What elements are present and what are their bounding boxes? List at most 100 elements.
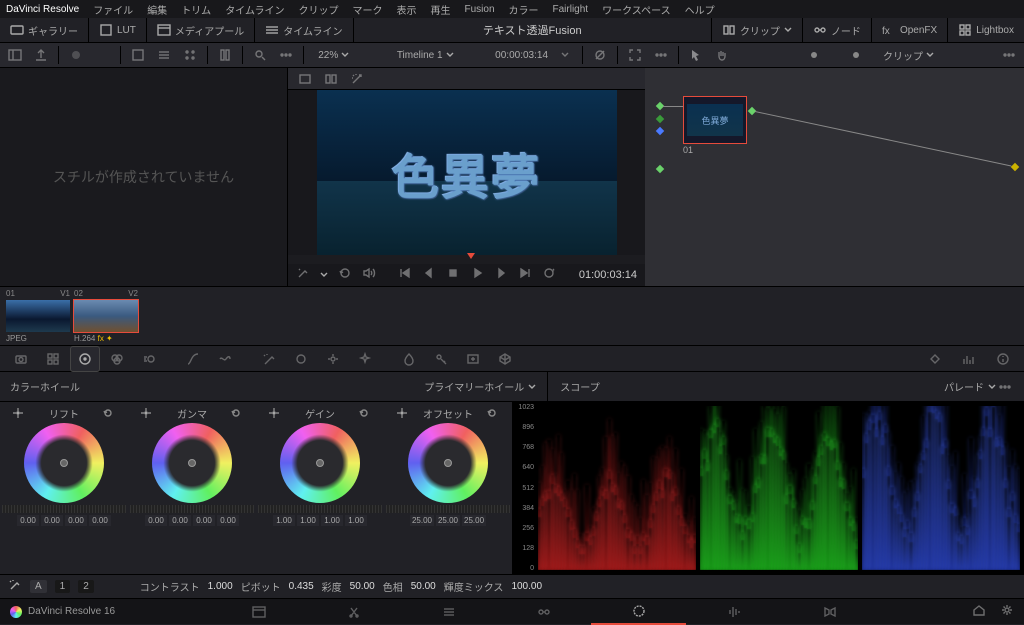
tab-keyframes[interactable] bbox=[920, 346, 950, 372]
color-wheel-3[interactable] bbox=[408, 423, 488, 503]
view-b-icon[interactable] bbox=[322, 70, 340, 88]
menu-workspace[interactable]: ワークスペース bbox=[602, 2, 671, 17]
page-fairlight[interactable] bbox=[686, 599, 781, 625]
wheel-slider-2[interactable] bbox=[258, 505, 382, 513]
menu-mark[interactable]: マーク bbox=[353, 2, 383, 17]
hand-tool-icon[interactable] bbox=[713, 46, 731, 64]
tab-warper[interactable] bbox=[210, 346, 240, 372]
wheel-slider-0[interactable] bbox=[2, 505, 126, 513]
scope-mode-dropdown[interactable]: パレード bbox=[944, 379, 996, 394]
menu-fusion[interactable]: Fusion bbox=[465, 4, 495, 15]
tab-color-wheels[interactable] bbox=[70, 346, 100, 372]
page-media[interactable] bbox=[211, 599, 306, 625]
reset-icon[interactable] bbox=[358, 407, 372, 421]
menu-trim[interactable]: トリム bbox=[181, 2, 211, 17]
contrast-value[interactable]: 1.000 bbox=[208, 581, 233, 592]
expand-icon[interactable] bbox=[626, 46, 644, 64]
hue-value[interactable]: 50.00 bbox=[411, 581, 436, 592]
clip-02[interactable]: 02V2 H.264 fx ✦ bbox=[74, 289, 138, 343]
crosshair-icon[interactable] bbox=[12, 407, 26, 421]
timeline-toggle[interactable]: タイムライン bbox=[255, 18, 353, 42]
tab-key[interactable] bbox=[426, 346, 456, 372]
node-graph[interactable]: 色異夢 01 bbox=[645, 68, 1024, 286]
color-wheel-0[interactable] bbox=[24, 423, 104, 503]
tab-tracker[interactable] bbox=[318, 346, 348, 372]
zoom-dropdown[interactable]: 22% bbox=[312, 50, 355, 61]
tab-camera-raw[interactable] bbox=[6, 346, 36, 372]
pivot-value[interactable]: 0.435 bbox=[289, 581, 314, 592]
color-wheel-2[interactable] bbox=[280, 423, 360, 503]
mediapool-toggle[interactable]: メディアプール bbox=[147, 18, 255, 42]
viewer-canvas[interactable]: 色異夢 bbox=[288, 90, 645, 255]
page-edit[interactable] bbox=[401, 599, 496, 625]
tab-window[interactable] bbox=[286, 346, 316, 372]
tab-qualifier[interactable] bbox=[254, 346, 284, 372]
menu-timeline[interactable]: タイムライン bbox=[225, 2, 284, 17]
home-icon[interactable] bbox=[972, 603, 986, 620]
menu-view[interactable]: 表示 bbox=[397, 2, 417, 17]
tc-dropdown-icon[interactable] bbox=[556, 46, 574, 64]
clip-01[interactable]: 01V1 JPEG bbox=[6, 289, 70, 343]
bypass-icon[interactable] bbox=[591, 46, 609, 64]
menu-edit[interactable]: 編集 bbox=[147, 2, 167, 17]
grid-view-icon[interactable] bbox=[181, 46, 199, 64]
menu-file[interactable]: ファイル bbox=[93, 2, 133, 17]
page-color[interactable] bbox=[591, 599, 686, 625]
more3-icon[interactable] bbox=[1000, 46, 1018, 64]
menu-color[interactable]: カラー bbox=[509, 2, 539, 17]
wand-icon[interactable] bbox=[348, 70, 366, 88]
page-fusion[interactable] bbox=[496, 599, 591, 625]
more-icon[interactable] bbox=[277, 46, 295, 64]
tab-color-match[interactable] bbox=[38, 346, 68, 372]
tab-sizing[interactable] bbox=[458, 346, 488, 372]
page-2[interactable]: 2 bbox=[78, 580, 94, 593]
color-wheel-1[interactable] bbox=[152, 423, 232, 503]
clips-toggle[interactable]: クリップ bbox=[711, 18, 802, 42]
reset-icon[interactable] bbox=[102, 407, 116, 421]
tab-scopes[interactable] bbox=[954, 346, 984, 372]
record-icon[interactable] bbox=[67, 46, 85, 64]
page-cut[interactable] bbox=[306, 599, 401, 625]
project-settings-icon[interactable] bbox=[1000, 603, 1014, 620]
tab-motion[interactable] bbox=[134, 346, 164, 372]
prev-frame-icon[interactable] bbox=[422, 266, 436, 283]
sat-value[interactable]: 50.00 bbox=[350, 581, 375, 592]
chevron-down-icon[interactable] bbox=[320, 271, 328, 279]
clips-dd[interactable]: クリップ bbox=[883, 48, 934, 63]
node-in-3[interactable] bbox=[656, 127, 664, 135]
view-a-icon[interactable] bbox=[296, 70, 314, 88]
lightbox-toggle[interactable]: Lightbox bbox=[947, 18, 1024, 42]
wheel-slider-1[interactable] bbox=[130, 505, 254, 513]
wheels-title[interactable]: カラーホイール bbox=[10, 379, 80, 394]
menu-playback[interactable]: 再生 bbox=[431, 2, 451, 17]
nodes-toggle[interactable]: ノード bbox=[802, 18, 871, 42]
crosshair-icon[interactable] bbox=[396, 407, 410, 421]
viewer-timecode[interactable]: 00:00:03:14 bbox=[495, 50, 548, 61]
crosshair-icon[interactable] bbox=[140, 407, 154, 421]
reset-icon[interactable] bbox=[486, 407, 500, 421]
search-icon[interactable] bbox=[251, 46, 269, 64]
last-frame-icon[interactable] bbox=[518, 266, 532, 283]
tab-3d[interactable] bbox=[490, 346, 520, 372]
tab-magic[interactable] bbox=[350, 346, 380, 372]
export-icon[interactable] bbox=[32, 46, 50, 64]
stop-icon[interactable] bbox=[446, 266, 460, 283]
openfx-toggle[interactable]: fxOpenFX bbox=[871, 18, 947, 42]
viewer-ruler[interactable] bbox=[288, 255, 645, 264]
more2-icon[interactable] bbox=[652, 46, 670, 64]
qualifier-icon[interactable] bbox=[296, 266, 310, 283]
scope-more-icon[interactable] bbox=[996, 378, 1014, 396]
page-deliver[interactable] bbox=[781, 599, 876, 625]
thumb-icon[interactable] bbox=[129, 46, 147, 64]
page-a[interactable]: A bbox=[30, 580, 47, 593]
next-frame-icon[interactable] bbox=[494, 266, 508, 283]
tab-info[interactable] bbox=[988, 346, 1018, 372]
menu-clip[interactable]: クリップ bbox=[299, 2, 339, 17]
tab-curves[interactable] bbox=[178, 346, 208, 372]
tab-blur[interactable] bbox=[394, 346, 424, 372]
node-01[interactable]: 色異夢 bbox=[683, 96, 747, 144]
column-icon[interactable] bbox=[216, 46, 234, 64]
lut-toggle[interactable]: LUT bbox=[89, 18, 147, 42]
gallery-toggle[interactable]: ギャラリー bbox=[0, 18, 89, 42]
loop-icon[interactable] bbox=[542, 266, 556, 283]
